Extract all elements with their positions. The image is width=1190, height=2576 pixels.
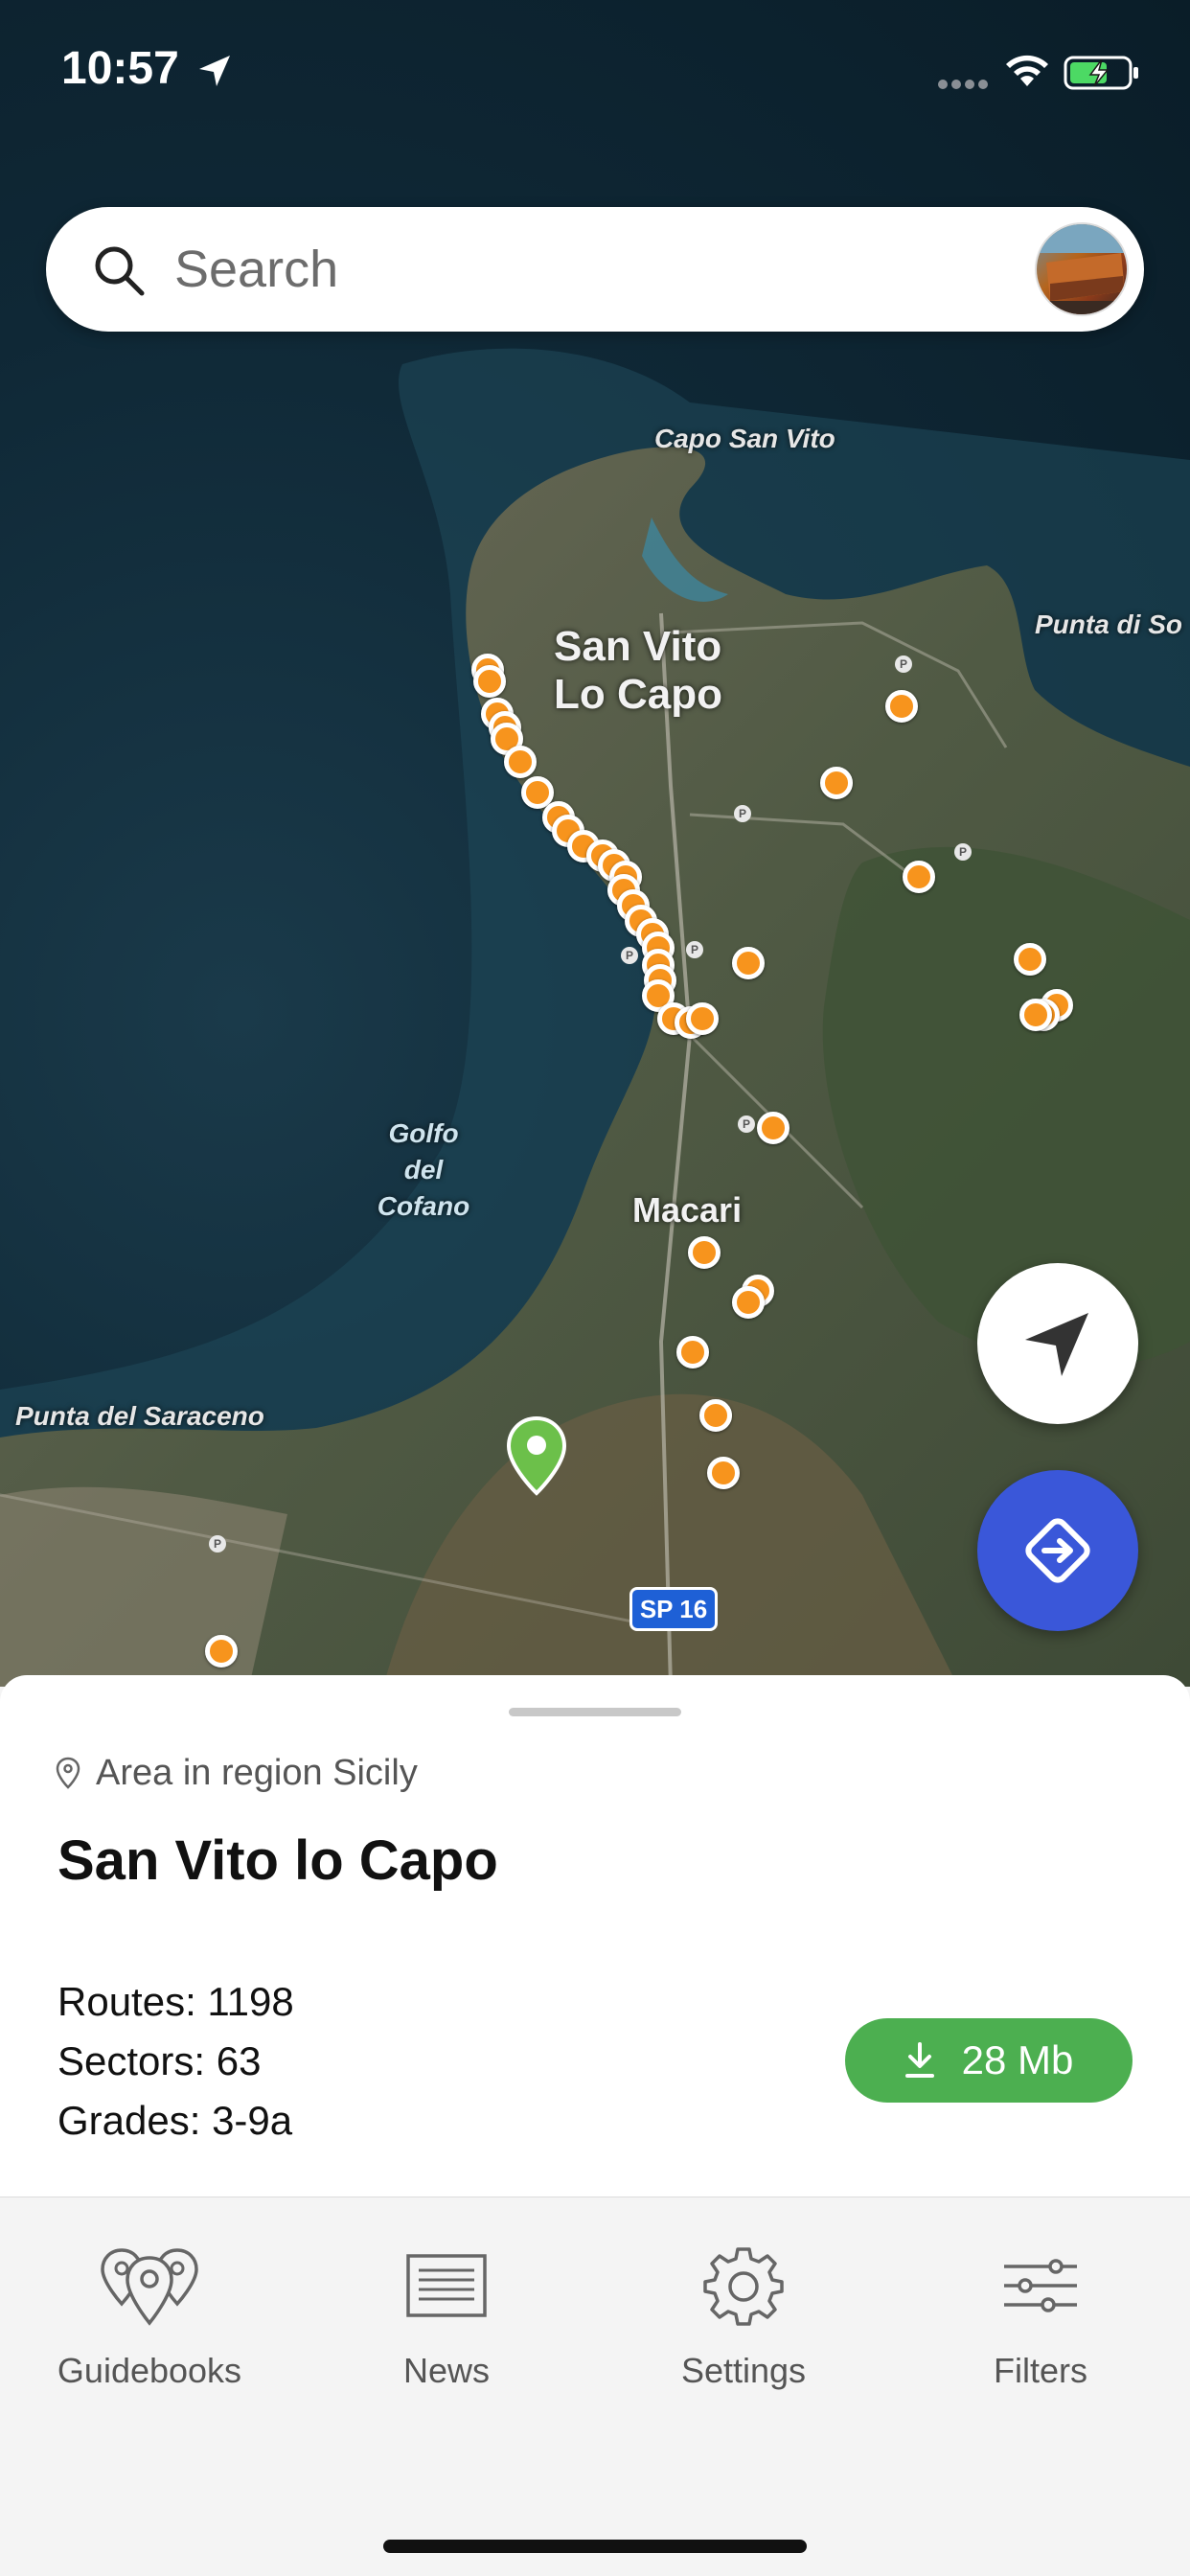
area-stats: Routes: 1198 Sectors: 63 Grades: 3-9a [57,1972,294,2150]
parking-marker[interactable]: P [686,941,703,958]
tab-guidebooks-label: Guidebooks [57,2351,242,2390]
crag-pin[interactable] [686,1002,719,1035]
directions-button[interactable] [977,1470,1138,1631]
download-button[interactable]: 28 Mb [845,2018,1133,2103]
crag-pin[interactable] [903,861,935,893]
region-row: Area in region Sicily [56,1752,418,1794]
news-icon [406,2254,487,2317]
tab-filters[interactable]: Filters [916,2240,1165,2391]
tab-news[interactable]: News [322,2240,571,2391]
parking-marker[interactable]: P [738,1116,755,1133]
navigation-arrow-icon [1025,1313,1088,1376]
crag-pin[interactable] [707,1457,740,1489]
map-label-town-line1: San Vito [554,623,722,670]
crag-pin[interactable] [732,1286,765,1319]
status-time: 10:57 [61,43,179,94]
gear-icon [703,2247,784,2326]
location-arrow-icon [199,56,230,86]
search-icon [95,246,145,296]
parking-marker[interactable]: P [621,947,638,964]
map-label-town: San Vito Lo Capo [554,623,722,719]
map-label-golfo-line3: Cofano [377,1191,470,1221]
signal-dots-icon [938,80,988,89]
crag-pin[interactable] [676,1336,709,1368]
map-label-golfo-line1: Golfo [388,1118,459,1148]
avatar-image [1037,224,1127,314]
road-badge-sp16: SP 16 [629,1587,718,1631]
home-indicator [383,2540,807,2553]
status-bar: 10:57 [0,0,1190,134]
wifi-icon [1006,55,1048,86]
search-bar[interactable] [46,207,1144,332]
download-icon [904,2042,934,2078]
parking-marker[interactable]: P [954,843,972,861]
area-bottom-sheet[interactable]: Area in region Sicily San Vito lo Capo R… [0,1675,1190,2197]
map-label-capo-san-vito: Capo San Vito [654,424,835,453]
crag-pin[interactable] [473,665,506,698]
tab-settings[interactable]: Settings [619,2240,868,2391]
parking-marker[interactable]: P [209,1535,226,1552]
sectors-count: Sectors: 63 [57,2038,262,2083]
map-label-town-line2: Lo Capo [554,671,722,718]
tab-filters-label: Filters [994,2351,1087,2390]
crag-pin[interactable] [205,1635,238,1668]
avatar[interactable] [1035,222,1129,316]
map-label-punta-del-saraceno: Punta del Saraceno [15,1401,264,1431]
map-label-golfo: Golfo del Cofano [366,1116,481,1225]
map-label-golfo-line2: del [403,1155,444,1184]
download-size-label: 28 Mb [961,2037,1074,2082]
map-label-macari: Macari [632,1190,743,1230]
crag-pin[interactable] [1014,943,1046,976]
crag-pin[interactable] [1019,999,1052,1031]
battery-charging-icon [1064,56,1138,90]
grades-range: Grades: 3-9a [57,2098,293,2143]
crag-pin[interactable] [820,767,853,799]
selected-location-pin-icon[interactable] [506,1416,567,1497]
tab-news-label: News [402,2351,491,2390]
area-title: San Vito lo Capo [57,1829,498,1892]
search-input[interactable] [174,234,1037,305]
crag-pin[interactable] [688,1236,721,1269]
crag-pin[interactable] [757,1112,790,1144]
crag-pin[interactable] [504,746,537,778]
sheet-grabber[interactable] [509,1708,681,1716]
map-pin-outline-icon [56,1757,80,1789]
directions-icon [1025,1518,1090,1583]
tab-bar: Guidebooks News Settings Filters [0,2196,1190,2576]
region-label: Area in region Sicily [96,1752,418,1793]
tab-settings-label: Settings [680,2351,807,2390]
filters-sliders-icon [1004,2259,1077,2312]
tab-guidebooks[interactable]: Guidebooks [25,2240,274,2391]
map-label-punta-di-so: Punta di So [1035,610,1182,639]
parking-marker[interactable]: P [734,805,751,822]
crag-pin[interactable] [699,1399,732,1432]
crag-pin[interactable] [885,690,918,723]
parking-marker[interactable]: P [895,656,912,673]
crag-pin[interactable] [732,947,765,979]
locate-me-button[interactable] [977,1263,1138,1424]
routes-count: Routes: 1198 [57,1979,294,2024]
guidebooks-pins-icon [101,2248,198,2326]
